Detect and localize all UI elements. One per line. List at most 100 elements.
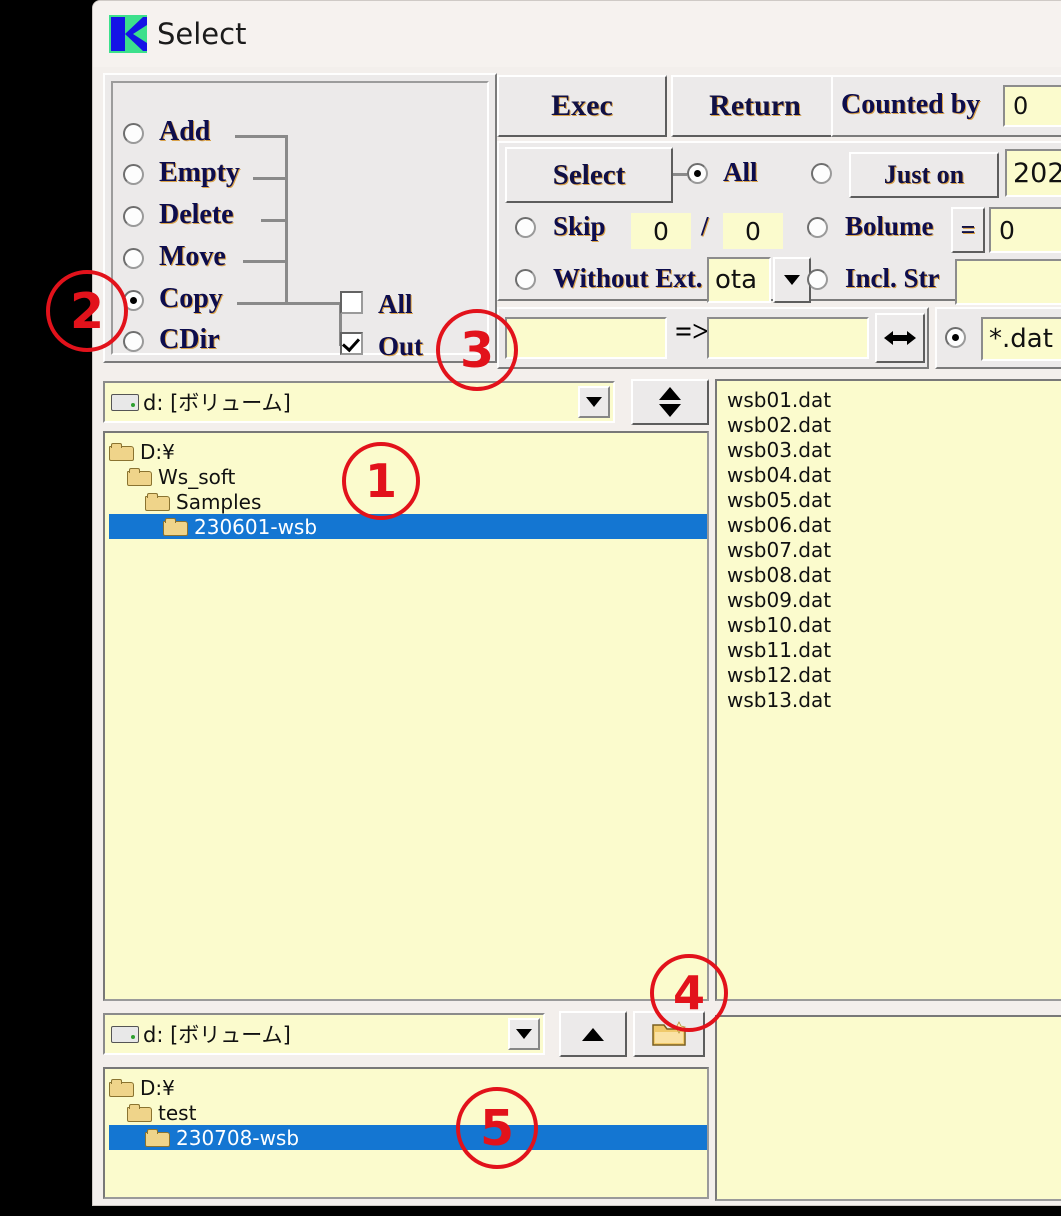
incl-str-input[interactable] bbox=[955, 259, 1061, 305]
file-list-item[interactable]: wsb12.dat bbox=[723, 662, 1061, 687]
mask-input[interactable]: *.dat bbox=[981, 317, 1061, 361]
label-empty: Empty bbox=[159, 157, 240, 188]
label-all-filter: All bbox=[723, 157, 758, 187]
swap-button[interactable] bbox=[875, 313, 925, 363]
skip-separator: / bbox=[701, 211, 709, 241]
radio-incl-str[interactable] bbox=[807, 269, 828, 290]
tree-item-label: 230601-wsb bbox=[194, 514, 318, 539]
k-logo-icon bbox=[109, 15, 147, 53]
skip-from-value: 0 bbox=[653, 216, 669, 246]
tree-item-label: Samples bbox=[176, 489, 262, 514]
radio-mask[interactable] bbox=[945, 327, 966, 348]
radio-bolume[interactable] bbox=[807, 217, 828, 238]
radio-cdir[interactable] bbox=[123, 331, 144, 352]
folder-icon bbox=[145, 1128, 171, 1147]
skip-to-input[interactable]: 0 bbox=[723, 213, 783, 249]
source-drive-dropdown-button[interactable] bbox=[578, 386, 610, 418]
annotation-marker-5: 5 bbox=[456, 1087, 538, 1169]
source-tree[interactable]: D:¥ Ws_soft Samples 230601-wsb bbox=[103, 431, 709, 1001]
dest-tree[interactable]: D:¥ test 230708-wsb bbox=[103, 1067, 709, 1199]
bracket-line-delete bbox=[261, 219, 287, 222]
folder-icon bbox=[145, 492, 171, 511]
file-list-item[interactable]: wsb09.dat bbox=[723, 587, 1061, 612]
chevron-down-icon bbox=[586, 397, 602, 407]
folder-icon bbox=[163, 517, 189, 536]
tree-item[interactable]: test bbox=[109, 1100, 707, 1125]
return-button[interactable]: Return bbox=[671, 75, 839, 137]
select-label: Select bbox=[552, 158, 626, 191]
without-ext-input[interactable]: ota bbox=[707, 257, 771, 303]
year-value: 2023 bbox=[1013, 157, 1061, 189]
window-title: Select bbox=[157, 17, 247, 51]
dest-drive-dropdown-button[interactable] bbox=[508, 1018, 540, 1050]
file-list-item[interactable]: wsb13.dat bbox=[723, 687, 1061, 712]
file-list-item[interactable]: wsb07.dat bbox=[723, 537, 1061, 562]
file-list-item[interactable]: wsb02.dat bbox=[723, 412, 1061, 437]
label-move: Move bbox=[159, 241, 226, 272]
tree-item-label: D:¥ bbox=[140, 439, 175, 464]
tree-item[interactable]: 230601-wsb bbox=[109, 514, 707, 539]
annotation-marker-3: 3 bbox=[436, 309, 518, 391]
label-all-check: All bbox=[378, 289, 413, 319]
file-list-item[interactable]: wsb05.dat bbox=[723, 487, 1061, 512]
counted-by-input[interactable]: 0 bbox=[1003, 85, 1061, 127]
label-out-check: Out bbox=[378, 331, 424, 361]
source-drive-value: d: [ボリューム] bbox=[143, 391, 291, 415]
without-ext-dropdown-button[interactable] bbox=[773, 257, 811, 303]
folder-icon bbox=[109, 442, 135, 461]
dest-file-list[interactable] bbox=[715, 1015, 1061, 1201]
radio-delete[interactable] bbox=[123, 206, 144, 227]
tree-item[interactable]: 230708-wsb bbox=[109, 1125, 707, 1150]
replace-arrow: => bbox=[675, 315, 710, 348]
exec-button[interactable]: Exec bbox=[497, 75, 667, 137]
return-label: Return bbox=[709, 89, 801, 122]
radio-add[interactable] bbox=[123, 123, 144, 144]
source-file-list[interactable]: wsb01.dat wsb02.dat wsb03.dat wsb04.dat wsb0… bbox=[715, 379, 1061, 1001]
bracket-line-add bbox=[235, 135, 287, 138]
file-list-item[interactable]: wsb08.dat bbox=[723, 562, 1061, 587]
file-list-item[interactable]: wsb06.dat bbox=[723, 512, 1061, 537]
select-link-line bbox=[673, 173, 687, 176]
counted-by-value: 0 bbox=[1013, 92, 1029, 120]
select-button[interactable]: Select bbox=[505, 147, 673, 203]
bolume-value: 0 bbox=[999, 215, 1015, 245]
file-list-item[interactable]: wsb11.dat bbox=[723, 637, 1061, 662]
dest-up-button[interactable] bbox=[559, 1011, 627, 1057]
bolume-input[interactable]: 0 bbox=[989, 207, 1061, 253]
radio-just-on[interactable] bbox=[811, 163, 832, 184]
label-without-ext: Without Ext. bbox=[553, 263, 703, 293]
bolume-eq-button[interactable]: = bbox=[951, 207, 985, 253]
up-triangle-icon bbox=[582, 1027, 604, 1041]
file-list-item[interactable]: wsb10.dat bbox=[723, 612, 1061, 637]
mask-value: *.dat bbox=[989, 324, 1053, 354]
skip-from-input[interactable]: 0 bbox=[631, 213, 691, 249]
checkbox-out[interactable] bbox=[340, 332, 363, 355]
radio-all-filter[interactable] bbox=[687, 163, 708, 184]
folder-icon bbox=[127, 1103, 153, 1122]
dest-drive-combo[interactable]: d: [ボリューム] bbox=[103, 1013, 545, 1055]
screenshot-root: Select Add Empty Delete Move Copy CDir A… bbox=[0, 0, 1061, 1216]
source-drive-combo[interactable]: d: [ボリューム] bbox=[103, 381, 615, 423]
radio-skip[interactable] bbox=[515, 217, 536, 238]
label-incl-str: Incl. Str bbox=[845, 263, 940, 293]
checkbox-all[interactable] bbox=[340, 291, 363, 314]
file-list-item[interactable]: wsb03.dat bbox=[723, 437, 1061, 462]
replace-to-input[interactable] bbox=[707, 317, 869, 359]
file-list-item[interactable]: wsb04.dat bbox=[723, 462, 1061, 487]
radio-empty[interactable] bbox=[123, 164, 144, 185]
label-copy: Copy bbox=[159, 283, 223, 314]
folder-icon bbox=[127, 467, 153, 486]
label-add: Add bbox=[159, 116, 211, 147]
annotation-marker-2: 2 bbox=[46, 270, 128, 352]
year-input[interactable]: 2023 bbox=[1005, 149, 1061, 197]
replace-from-input[interactable] bbox=[505, 317, 667, 359]
source-spinner-button[interactable] bbox=[631, 379, 709, 425]
just-on-label: Just on bbox=[883, 160, 965, 189]
without-ext-value: ota bbox=[715, 265, 758, 295]
radio-move[interactable] bbox=[123, 248, 144, 269]
radio-without-ext[interactable] bbox=[515, 269, 536, 290]
file-list-item[interactable]: wsb01.dat bbox=[723, 387, 1061, 412]
counted-by-label: Counted by bbox=[841, 89, 981, 120]
tree-item[interactable]: D:¥ bbox=[109, 1075, 707, 1100]
just-on-button[interactable]: Just on bbox=[849, 152, 999, 198]
